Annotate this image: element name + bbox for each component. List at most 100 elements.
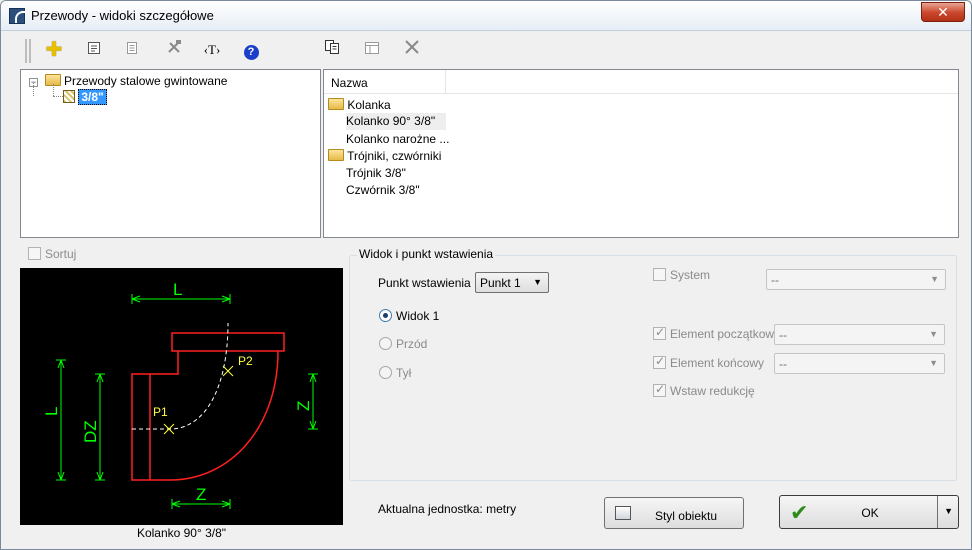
chevron-down-icon[interactable]: ▼	[944, 506, 953, 516]
help-glyph: ?	[243, 45, 259, 60]
system-select[interactable]: -- ▼	[766, 269, 946, 290]
preview-caption: Kolanko 90° 3/8"	[136, 526, 227, 540]
element-start-checkbox[interactable]: Element początkowy	[653, 325, 781, 341]
list-item[interactable]: Trójnik 3/8"	[346, 165, 406, 182]
chevron-down-icon: ▼	[533, 277, 542, 287]
tree-connector	[53, 96, 63, 97]
unit-info: Aktualna jednostka: metry	[378, 502, 517, 516]
ok-button[interactable]: ✔ OK ▼	[779, 495, 959, 529]
list-item-label: Trójnik 3/8"	[346, 166, 406, 180]
dimension-label: Z	[294, 401, 313, 411]
list-item-label: Czwórnik 3/8"	[346, 183, 420, 197]
reduction-checkbox[interactable]: Wstaw redukcję	[653, 382, 755, 398]
dimension-label: L	[173, 280, 182, 299]
system-value: --	[771, 273, 779, 287]
insert-point-label: Punkt wstawienia	[378, 276, 471, 290]
text-tag-icon[interactable]: ‹T›	[199, 39, 225, 61]
tree-node-label-selected: 3/8"	[78, 89, 107, 105]
element-start-value: --	[779, 328, 787, 342]
tree-node-label: Przewody stalowe gwintowane	[64, 74, 228, 88]
radio-icon[interactable]	[379, 337, 392, 350]
reduction-label: Wstaw redukcję	[670, 384, 755, 398]
add-icon[interactable]: ✚	[43, 39, 65, 61]
element-start-select[interactable]: -- ▼	[774, 324, 945, 345]
checkbox-box[interactable]	[653, 382, 666, 397]
radio-label: Widok 1	[396, 309, 440, 323]
insert-point-select[interactable]: Punkt 1 ▼	[475, 272, 549, 293]
list-item[interactable]: Czwórnik 3/8"	[346, 182, 420, 199]
chevron-down-icon: ▼	[929, 329, 938, 339]
checkbox-box[interactable]	[653, 325, 666, 340]
radio-label: Przód	[396, 337, 428, 351]
point-p1-marker	[163, 423, 175, 435]
column-header-name[interactable]: Nazwa	[324, 70, 446, 94]
list-item[interactable]: Kolanko 90° 3/8"	[346, 113, 446, 130]
split-divider	[937, 496, 938, 528]
toolbar: ✚ ‹T› ?	[21, 37, 451, 63]
list-item-label: Kolanko 90° 3/8"	[346, 114, 436, 128]
list-item[interactable]: Kolanko narożne ...	[346, 131, 449, 148]
element-end-value: --	[779, 357, 787, 371]
delete-icon[interactable]	[401, 39, 423, 61]
sort-checkbox[interactable]: Sortuj	[28, 247, 76, 261]
tree-connector	[33, 83, 34, 96]
chevron-down-icon: ▼	[929, 358, 938, 368]
list-header: Nazwa	[324, 70, 958, 94]
list-icon[interactable]	[121, 39, 143, 61]
list-item-label: Kolanko narożne ...	[346, 132, 450, 146]
tree-node-child[interactable]: 3/8"	[63, 89, 107, 105]
flange-top	[171, 332, 285, 352]
radio-label: Tył	[396, 366, 412, 380]
document-icon[interactable]	[83, 39, 105, 61]
system-checkbox[interactable]: System	[653, 268, 710, 282]
category-tree[interactable]: − Przewody stalowe gwintowane 3/8"	[20, 69, 321, 238]
system-label: System	[670, 268, 711, 282]
element-end-label: Element końcowy	[670, 356, 765, 370]
element-start-label: Element początkowy	[670, 327, 781, 341]
inner-bend	[150, 351, 179, 375]
help-icon[interactable]: ?	[240, 39, 262, 61]
dimension-label: DZ	[81, 420, 100, 443]
folder-icon	[328, 149, 344, 161]
element-end-select[interactable]: -- ▼	[774, 353, 945, 374]
radio-front[interactable]: Przód	[379, 337, 427, 351]
dimension-label: L	[42, 407, 61, 416]
radio-back[interactable]: Tył	[379, 366, 411, 380]
tools-icon[interactable]	[163, 39, 185, 61]
groupbox-title: Widok i punkt wstawienia	[357, 247, 496, 261]
folder-icon	[328, 98, 344, 110]
toolbar-grip[interactable]	[25, 39, 31, 63]
insert-point-value: Punkt 1	[480, 276, 521, 290]
outer-bend	[150, 350, 279, 481]
fitting-icon	[63, 90, 75, 103]
dialog-window: Przewody - widoki szczegółowe ✕ ✚ ‹T› ? …	[0, 0, 972, 550]
elbow-drawing: P1 P2 L L DZ Z Z	[42, 280, 318, 509]
element-end-checkbox[interactable]: Element końcowy	[653, 354, 765, 370]
object-style-button[interactable]: Styl obiektu	[604, 497, 744, 529]
app-icon	[9, 8, 25, 24]
window-title: Przewody - widoki szczegółowe	[31, 8, 214, 23]
checkbox-box[interactable]	[653, 354, 666, 369]
point-label: P1	[153, 405, 168, 419]
properties-icon[interactable]	[361, 39, 383, 61]
dimension-label: Z	[196, 485, 206, 504]
tree-connector	[53, 84, 54, 96]
point-p2-marker	[222, 365, 234, 377]
flange-left	[131, 373, 151, 481]
copy-icon[interactable]	[321, 39, 343, 61]
list-item-label: Kolanka	[347, 98, 391, 112]
radio-view-1[interactable]: Widok 1	[379, 309, 439, 323]
list-item[interactable]: Kolanka	[328, 97, 391, 114]
preview-drawing: P1 P2 L L DZ Z Z	[20, 268, 343, 525]
center-line	[132, 322, 229, 430]
radio-icon[interactable]	[379, 309, 392, 322]
dimension-l-left	[56, 359, 66, 481]
element-list[interactable]: Nazwa Kolanka Kolanko 90° 3/8" Kolanko n…	[323, 69, 959, 238]
close-button[interactable]: ✕	[921, 2, 965, 22]
checkbox-box[interactable]	[653, 268, 666, 281]
point-label: P2	[238, 354, 253, 368]
list-item[interactable]: Trójniki, czwórniki	[328, 148, 441, 165]
object-style-label: Styl obiektu	[654, 509, 718, 523]
checkbox-box[interactable]	[28, 247, 41, 260]
radio-icon[interactable]	[379, 366, 392, 379]
